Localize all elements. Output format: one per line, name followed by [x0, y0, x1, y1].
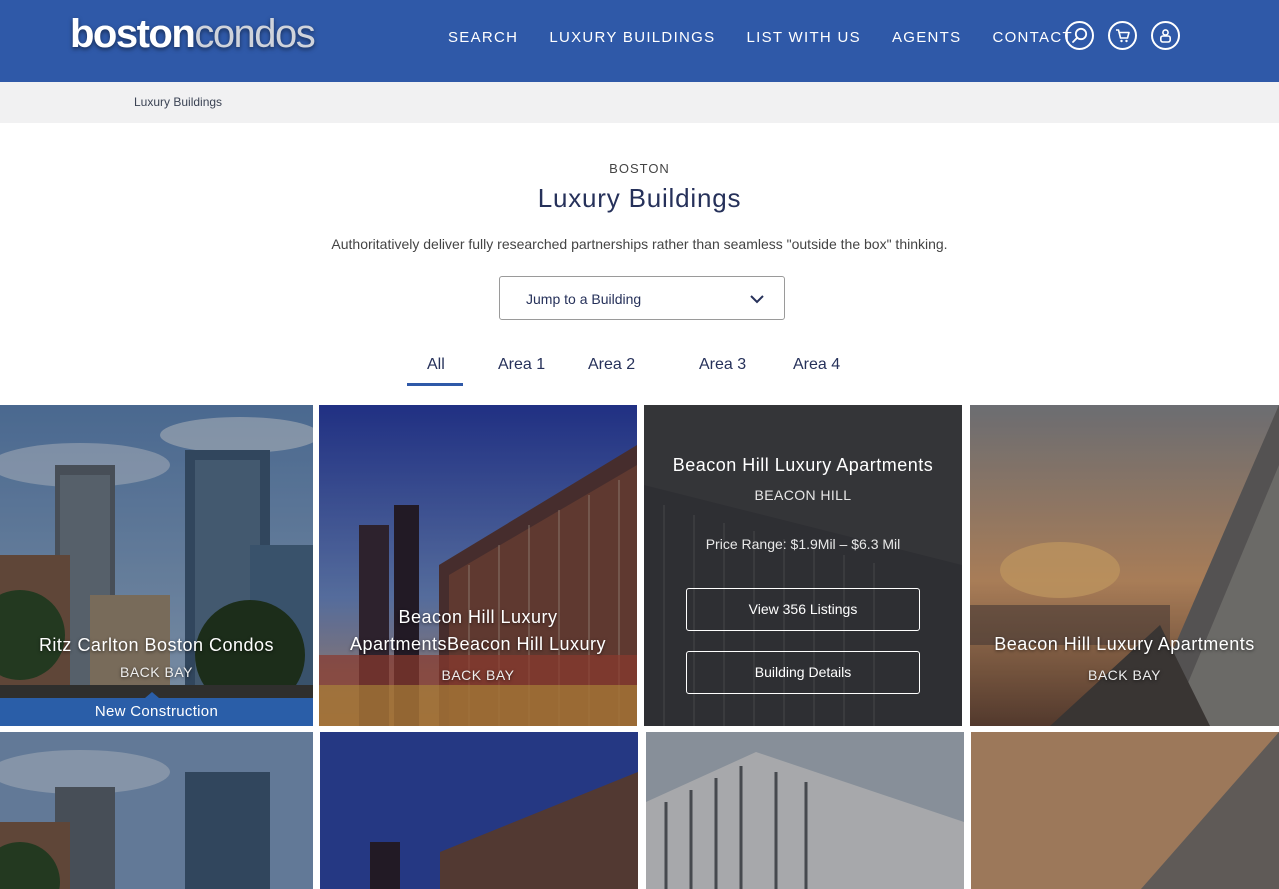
- jump-to-building-select[interactable]: Jump to a Building: [499, 276, 785, 320]
- jump-to-building-label: Jump to a Building: [526, 291, 642, 307]
- banner-notch: [145, 692, 159, 698]
- card-area: BEACON HILL: [754, 487, 852, 503]
- building-card[interactable]: Beacon Hill Luxury ApartmentsBeacon Hill…: [319, 405, 637, 726]
- card-shade: [0, 732, 313, 889]
- building-card[interactable]: [320, 732, 638, 889]
- card-title: Ritz Carlton Boston Condos: [38, 635, 275, 655]
- breadcrumb[interactable]: Luxury Buildings: [134, 95, 222, 109]
- logo-word-boston: boston: [70, 12, 196, 56]
- card-title: Beacon Hill Luxury Apartments: [672, 455, 934, 475]
- tab-area-4[interactable]: Area 4: [793, 356, 840, 374]
- breadcrumb-bar: Luxury Buildings: [0, 82, 1279, 123]
- page-eyebrow: BOSTON: [609, 161, 670, 176]
- tab-area-3[interactable]: Area 3: [699, 356, 746, 374]
- cart-icon[interactable]: [1108, 21, 1137, 50]
- logo-word-condos: condos: [194, 12, 315, 56]
- card-area: BACK BAY: [441, 667, 515, 683]
- building-card[interactable]: [971, 732, 1279, 889]
- site-logo[interactable]: bostoncondos: [70, 10, 316, 58]
- site-header: bostoncondos SEARCH LUXURY BUILDINGS LIS…: [0, 0, 1279, 82]
- tab-all[interactable]: All: [427, 356, 445, 374]
- active-tab-indicator: [407, 383, 463, 386]
- nav-luxury-buildings[interactable]: LUXURY BUILDINGS: [549, 29, 715, 47]
- building-card[interactable]: Ritz Carlton Boston Condos BACK BAY New …: [0, 405, 313, 726]
- building-card-hovered[interactable]: Beacon Hill Luxury Apartments BEACON HIL…: [644, 405, 962, 726]
- view-listings-button[interactable]: View 356 Listings: [686, 588, 920, 631]
- tab-area-1[interactable]: Area 1: [498, 356, 545, 374]
- building-details-button[interactable]: Building Details: [686, 651, 920, 694]
- chevron-down-icon: [749, 292, 765, 310]
- building-card[interactable]: Beacon Hill Luxury Apartments BACK BAY: [970, 405, 1279, 726]
- nav-contact[interactable]: CONTACT: [992, 29, 1072, 47]
- badge-label: New Construction: [94, 703, 219, 720]
- header-icons: [1065, 21, 1194, 50]
- card-area: BACK BAY: [1088, 667, 1161, 683]
- card-shade: [646, 732, 964, 889]
- card-area: BACK BAY: [120, 664, 193, 680]
- nav-agents[interactable]: AGENTS: [892, 29, 961, 47]
- card-title: Beacon Hill Luxury Apartments: [994, 634, 1255, 654]
- new-construction-badge: New Construction: [0, 692, 313, 726]
- price-range: Price Range: $1.9Mil – $6.3 Mil: [705, 536, 901, 552]
- card-title-line-1: Beacon Hill Luxury: [398, 607, 558, 627]
- nav-search[interactable]: SEARCH: [448, 29, 518, 47]
- card-shade: [320, 732, 638, 889]
- search-icon[interactable]: [1065, 21, 1094, 50]
- card-shade: [971, 732, 1279, 889]
- tab-area-2[interactable]: Area 2: [588, 356, 635, 374]
- page-subtitle: Authoritatively deliver fully researched…: [331, 236, 948, 252]
- main-nav: SEARCH LUXURY BUILDINGS LIST WITH US AGE…: [448, 29, 1104, 47]
- page-title: Luxury Buildings: [537, 183, 742, 213]
- building-card[interactable]: [0, 732, 313, 889]
- nav-list-with-us[interactable]: LIST WITH US: [746, 29, 861, 47]
- area-tabs: All Area 1 Area 2 Area 3 Area 4: [0, 356, 1279, 388]
- user-icon[interactable]: [1151, 21, 1180, 50]
- card-title-line-2: ApartmentsBeacon Hill Luxury: [349, 634, 607, 654]
- building-card[interactable]: [646, 732, 964, 889]
